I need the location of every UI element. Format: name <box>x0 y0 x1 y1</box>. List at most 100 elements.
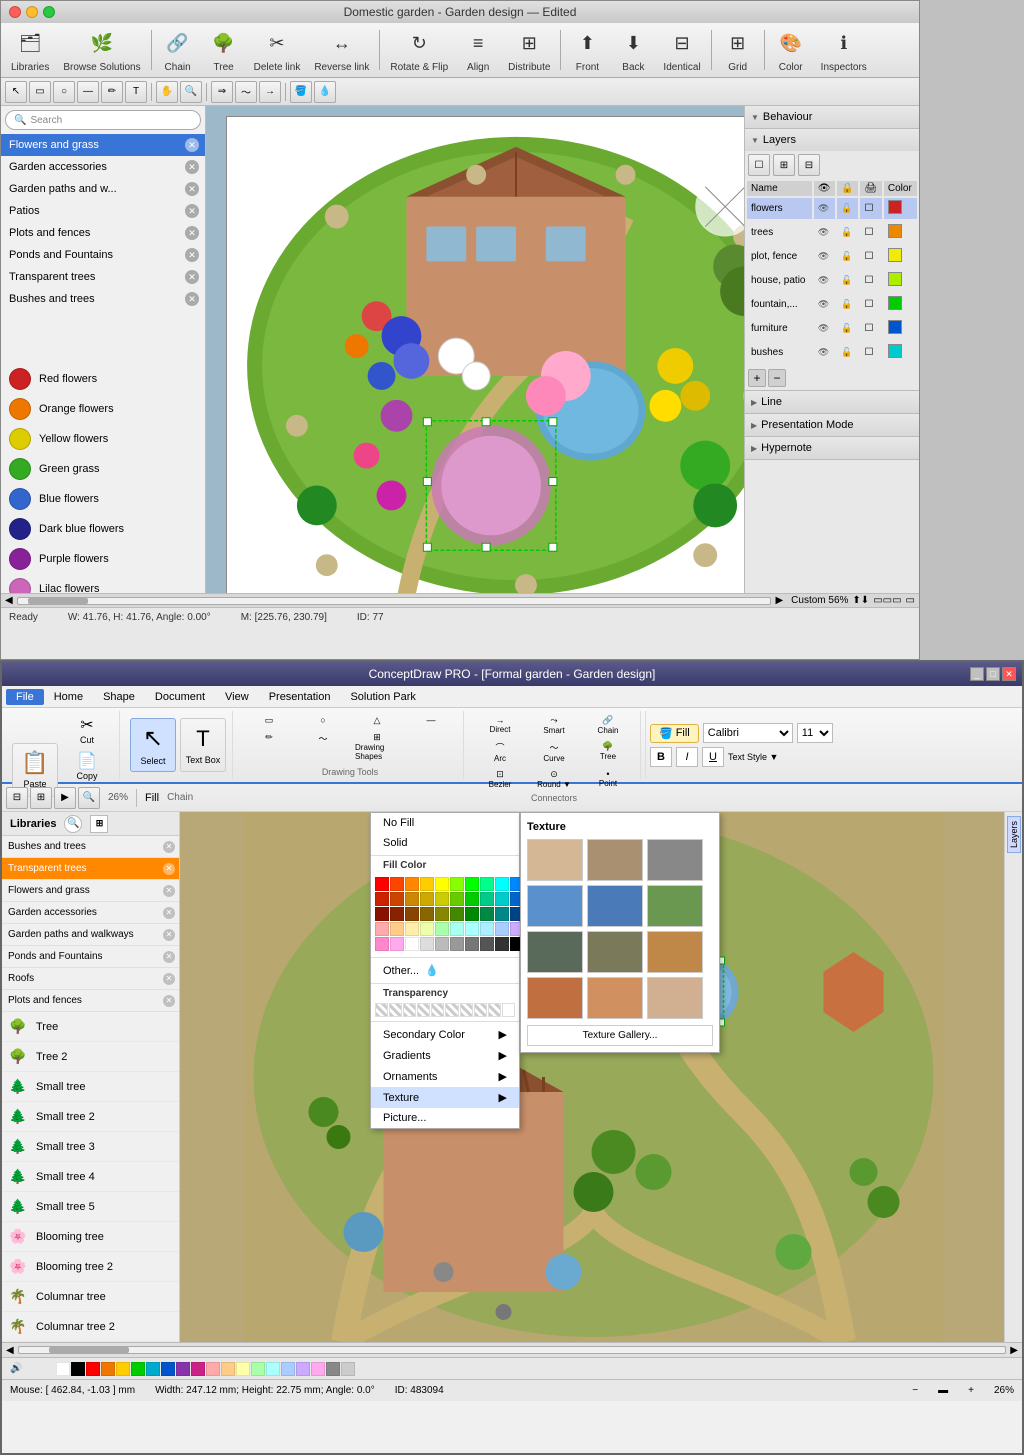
strip-cell[interactable] <box>71 1362 85 1376</box>
behaviour-header[interactable]: ▼ Behaviour <box>745 106 919 128</box>
search-box[interactable]: 🔍 Search <box>5 110 201 130</box>
lib-shape-small-tree4[interactable]: 🌲 Small tree 4 <box>2 1162 179 1192</box>
layer-row-flowers[interactable]: flowers 👁 🔓 ☐ <box>747 198 917 220</box>
toolbar-identical[interactable]: ⊟ Identical <box>657 25 706 76</box>
color-cell[interactable] <box>420 907 434 921</box>
strip-cell[interactable] <box>236 1362 250 1376</box>
cat-close-plots[interactable]: ✕ <box>185 226 199 240</box>
color-cell[interactable] <box>480 907 494 921</box>
cat-flowers-grass[interactable]: Flowers and grass ✕ <box>1 134 205 156</box>
font-selector[interactable]: Calibri <box>703 723 793 743</box>
fmt-tool-1[interactable]: ⊟ <box>6 787 28 809</box>
texture-cell-wood1[interactable] <box>587 931 643 973</box>
menu-view[interactable]: View <box>215 689 259 705</box>
toolbar-distribute[interactable]: ⊞ Distribute <box>502 25 556 76</box>
lib-shape-small-tree5[interactable]: 🌲 Small tree 5 <box>2 1192 179 1222</box>
lib-shape-blooming-tree2[interactable]: 🌸 Blooming tree 2 <box>2 1252 179 1282</box>
layer-row-fountain[interactable]: fountain,... 👁 🔓 ☐ <box>747 294 917 316</box>
color-cell[interactable] <box>420 892 434 906</box>
lib-shape-tree2[interactable]: 🌳 Tree 2 <box>2 1042 179 1072</box>
strip-cell[interactable] <box>116 1362 130 1376</box>
canvas-area[interactable] <box>206 106 744 593</box>
eyedrop-tool[interactable]: 💧 <box>314 81 336 103</box>
texture-cell-brick1[interactable] <box>527 977 583 1019</box>
lib-cat-close-accessories[interactable]: ✕ <box>163 907 175 919</box>
shapes-btn[interactable]: ⊞Drawing Shapes <box>351 730 403 763</box>
hscroll-thumb[interactable] <box>28 598 88 604</box>
fill-solid[interactable]: Solid <box>371 833 519 853</box>
trans-cell-1[interactable] <box>375 1003 388 1017</box>
lib-cat-close-roofs[interactable]: ✕ <box>163 973 175 985</box>
lib-shape-columnar[interactable]: 🌴 Columnar tree <box>2 1282 179 1312</box>
strip-cell[interactable] <box>281 1362 295 1376</box>
cat-close-patios[interactable]: ✕ <box>185 204 199 218</box>
cat-close-bushes[interactable]: ✕ <box>185 292 199 306</box>
layer-row-plot-fence[interactable]: plot, fence 👁 🔓 ☐ <box>747 246 917 268</box>
trans-cell-4[interactable] <box>417 1003 430 1017</box>
connect-tool[interactable]: ⇒ <box>211 81 233 103</box>
color-cell[interactable] <box>405 907 419 921</box>
color-cell[interactable] <box>435 922 449 936</box>
toolbar-libraries[interactable]: 🗂 Libraries <box>5 25 55 76</box>
lib-cat-bushes-trees[interactable]: Bushes and trees ✕ <box>2 836 179 858</box>
lib-shape-blooming-tree[interactable]: 🌸 Blooming tree <box>2 1222 179 1252</box>
texture-cell-wood2[interactable] <box>647 931 703 973</box>
shape-green-grass[interactable]: Green grass <box>1 454 205 484</box>
cat-transparent[interactable]: Transparent trees ✕ <box>1 266 205 288</box>
menu-solution-park[interactable]: Solution Park <box>340 689 425 705</box>
color-cell[interactable] <box>375 922 389 936</box>
lib-cat-roofs[interactable]: Roofs ✕ <box>2 968 179 990</box>
color-cell[interactable] <box>495 922 509 936</box>
lib-shape-tree[interactable]: 🌳 Tree <box>2 1012 179 1042</box>
color-cell[interactable] <box>450 877 464 891</box>
color-cell[interactable] <box>465 877 479 891</box>
strip-cell[interactable] <box>251 1362 265 1376</box>
strip-cell[interactable] <box>326 1362 340 1376</box>
lib-cat-transparent[interactable]: Transparent trees ✕ <box>2 858 179 880</box>
cut-button[interactable]: ✂ Cut <box>61 713 113 747</box>
strip-cell[interactable] <box>86 1362 100 1376</box>
shape-blue-flowers[interactable]: Blue flowers <box>1 484 205 514</box>
color-cell[interactable] <box>390 922 404 936</box>
toolbar-delete-link[interactable]: ✂ Delete link <box>248 25 307 76</box>
fmt-tool-4[interactable]: 🔍 <box>78 787 100 809</box>
strip-cell[interactable] <box>311 1362 325 1376</box>
toolbar-color[interactable]: 🎨 Color <box>769 25 813 76</box>
fill-tool[interactable]: 🪣 <box>290 81 312 103</box>
size-selector[interactable]: 11 <box>797 723 833 743</box>
trans-cell-2[interactable] <box>389 1003 402 1017</box>
textbox-button[interactable]: T Text Box <box>180 718 226 772</box>
curved-btn[interactable]: 〜 <box>297 730 349 763</box>
layer-new-btn[interactable]: ☐ <box>748 154 770 176</box>
texture-cell-stone2[interactable] <box>587 839 643 881</box>
color-cell[interactable] <box>390 877 404 891</box>
zoom-plus[interactable]: + <box>968 1385 974 1396</box>
lib-shape-columnar2[interactable]: 🌴 Columnar tree 2 <box>2 1312 179 1342</box>
texture-cell-grass1[interactable] <box>647 885 703 927</box>
layer-copy-btn[interactable]: ⊞ <box>773 154 795 176</box>
texture-cell-sand2[interactable] <box>647 977 703 1019</box>
cat-ponds[interactable]: Ponds and Fountains ✕ <box>1 244 205 266</box>
fmt-tool-2[interactable]: ⊞ <box>30 787 52 809</box>
lib-shape-small-tree[interactable]: 🌲 Small tree <box>2 1072 179 1102</box>
cat-close-flowers[interactable]: ✕ <box>185 138 199 152</box>
lib-shape-small-tree3[interactable]: 🌲 Small tree 3 <box>2 1132 179 1162</box>
color-cell[interactable] <box>435 877 449 891</box>
text-style-btn[interactable]: Text Style ▼ <box>728 752 788 762</box>
toolbar-align[interactable]: ≡ Align <box>456 25 500 76</box>
cat-bushes[interactable]: Bushes and trees ✕ <box>1 288 205 310</box>
cat-plots-fences[interactable]: Plots and fences ✕ <box>1 222 205 244</box>
cat-close-transparent[interactable]: ✕ <box>185 270 199 284</box>
lib-cat-ponds[interactable]: Ponds and Fountains ✕ <box>2 946 179 968</box>
libs-grid-view-btn[interactable]: ⊞ <box>90 815 108 833</box>
tri-btn[interactable]: △ <box>351 713 403 728</box>
layer-delete-btn[interactable]: ⊟ <box>798 154 820 176</box>
color-cell[interactable] <box>465 937 479 951</box>
color-cell[interactable] <box>480 892 494 906</box>
color-cell[interactable] <box>375 937 389 951</box>
shape-yellow-flowers[interactable]: Yellow flowers <box>1 424 205 454</box>
toolbar-grid[interactable]: ⊞ Grid <box>716 25 760 76</box>
color-cell[interactable] <box>420 922 434 936</box>
rect-tool[interactable]: ▭ <box>29 81 51 103</box>
line-header[interactable]: ▶ Line <box>745 391 919 413</box>
